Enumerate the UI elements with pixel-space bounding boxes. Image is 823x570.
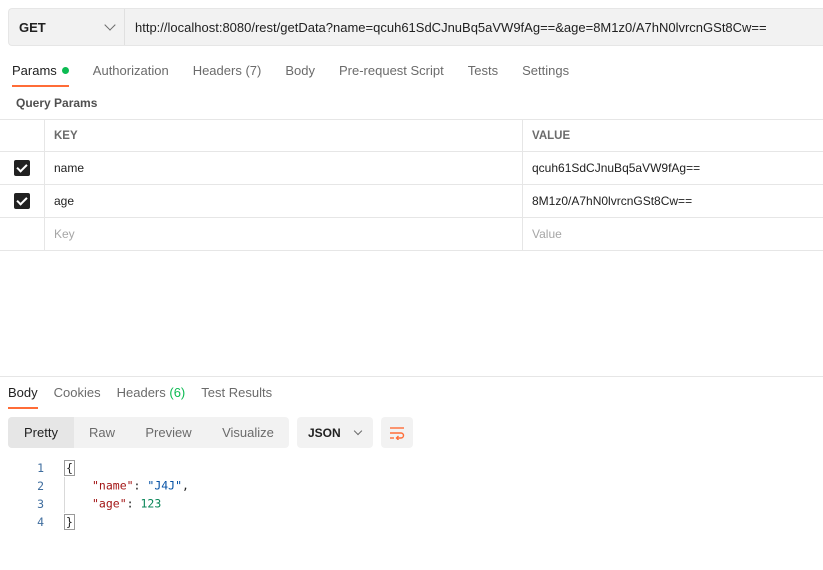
tab-response-headers-count: (6)	[169, 385, 186, 400]
line-number: 3	[37, 497, 44, 511]
tab-cookies[interactable]: Cookies	[54, 382, 101, 409]
format-label: JSON	[308, 425, 341, 440]
param-new-row: Key Value	[0, 218, 823, 251]
tab-test-results[interactable]: Test Results	[201, 382, 272, 409]
code-line: 3 "age": 123	[0, 495, 189, 513]
tab-body-label: Body	[285, 63, 315, 78]
param-key-input[interactable]: name	[45, 152, 523, 184]
json-string-value: "J4J"	[147, 478, 183, 493]
tab-settings-label: Settings	[522, 63, 570, 78]
wrap-lines-icon	[390, 426, 405, 440]
line-number: 1	[37, 461, 44, 475]
pane-divider[interactable]	[0, 376, 823, 377]
param-key-input[interactable]: age	[45, 185, 523, 217]
value-column-header: VALUE	[532, 129, 571, 142]
param-enabled-checkbox[interactable]	[14, 193, 30, 209]
code-line: 4 }	[0, 513, 189, 531]
url-input[interactable]: http://localhost:8080/rest/getData?name=…	[125, 20, 823, 35]
method-select[interactable]: GET	[9, 9, 125, 45]
tab-params-label: Params	[12, 63, 57, 78]
param-value-input[interactable]: 8M1z0/A7hN0lvrcnGSt8Cw==	[523, 185, 823, 217]
param-enabled-checkbox[interactable]	[14, 160, 30, 176]
code-line: 1 {	[0, 459, 189, 477]
json-key: "age"	[92, 496, 127, 511]
tab-cookies-label: Cookies	[53, 385, 101, 400]
format-select[interactable]: JSON	[297, 417, 373, 448]
tab-settings[interactable]: Settings	[522, 56, 569, 87]
tab-headers-count: (7)	[245, 63, 262, 78]
response-tabs: Body Cookies Headers (6) Test Results	[8, 382, 288, 409]
tab-test-results-label: Test Results	[201, 385, 273, 400]
view-mode-group: Pretty Raw Preview Visualize	[8, 417, 289, 448]
new-key-input[interactable]: Key	[45, 218, 523, 250]
preview-button[interactable]: Preview	[130, 417, 207, 448]
tab-authorization-label: Authorization	[92, 63, 169, 78]
json-close-brace: }	[64, 514, 75, 530]
tab-authorization[interactable]: Authorization	[93, 56, 169, 87]
method-label: GET	[19, 19, 46, 35]
json-number-value: 123	[140, 496, 162, 511]
code-line: 2 "name": "J4J",	[0, 477, 189, 495]
line-number: 4	[37, 515, 44, 529]
wrap-lines-button[interactable]	[381, 417, 413, 448]
visualize-button[interactable]: Visualize	[207, 417, 289, 448]
param-row: age 8M1z0/A7hN0lvrcnGSt8Cw==	[0, 185, 823, 218]
param-value-input[interactable]: qcuh61SdCJnuBq5aVW9fAg==	[523, 152, 823, 184]
param-row: name qcuh61SdCJnuBq5aVW9fAg==	[0, 152, 823, 185]
query-params-title: Query Params	[16, 96, 98, 110]
response-code[interactable]: 1 { 2 "name": "J4J", 3 "age": 123 4 }	[0, 459, 189, 531]
chevron-down-icon	[353, 426, 363, 435]
raw-button[interactable]: Raw	[74, 417, 130, 448]
tab-tests-label: Tests	[467, 63, 499, 78]
chevron-down-icon	[104, 19, 116, 31]
tab-response-headers[interactable]: Headers (6)	[117, 382, 186, 409]
new-value-input[interactable]: Value	[523, 218, 823, 250]
tab-pre-request-script-label: Pre-request Script	[338, 63, 444, 78]
key-column-header: KEY	[45, 120, 523, 151]
tab-body[interactable]: Body	[285, 56, 315, 87]
tab-tests[interactable]: Tests	[468, 56, 498, 87]
json-open-brace: {	[64, 460, 75, 476]
tab-response-body-label: Body	[8, 385, 38, 400]
tab-response-body[interactable]: Body	[8, 382, 38, 409]
json-comma: ,	[182, 478, 189, 493]
params-header-row: KEY VALUE	[0, 119, 823, 152]
status-dot-icon	[61, 67, 69, 74]
line-number: 2	[37, 479, 44, 493]
tab-headers-label: Headers	[192, 63, 242, 78]
request-bar: GET http://localhost:8080/rest/getData?n…	[8, 8, 823, 46]
request-tabs: Params Authorization Headers (7) Body Pr…	[12, 56, 593, 88]
pretty-button[interactable]: Pretty	[8, 417, 74, 448]
params-table: KEY VALUE name qcuh61SdCJnuBq5aVW9fAg== …	[0, 119, 823, 251]
tab-pre-request-script[interactable]: Pre-request Script	[339, 56, 444, 87]
json-key: "name"	[92, 478, 134, 493]
tab-response-headers-label: Headers	[116, 385, 166, 400]
tab-headers[interactable]: Headers (7)	[193, 56, 262, 87]
tab-params[interactable]: Params	[12, 56, 69, 87]
